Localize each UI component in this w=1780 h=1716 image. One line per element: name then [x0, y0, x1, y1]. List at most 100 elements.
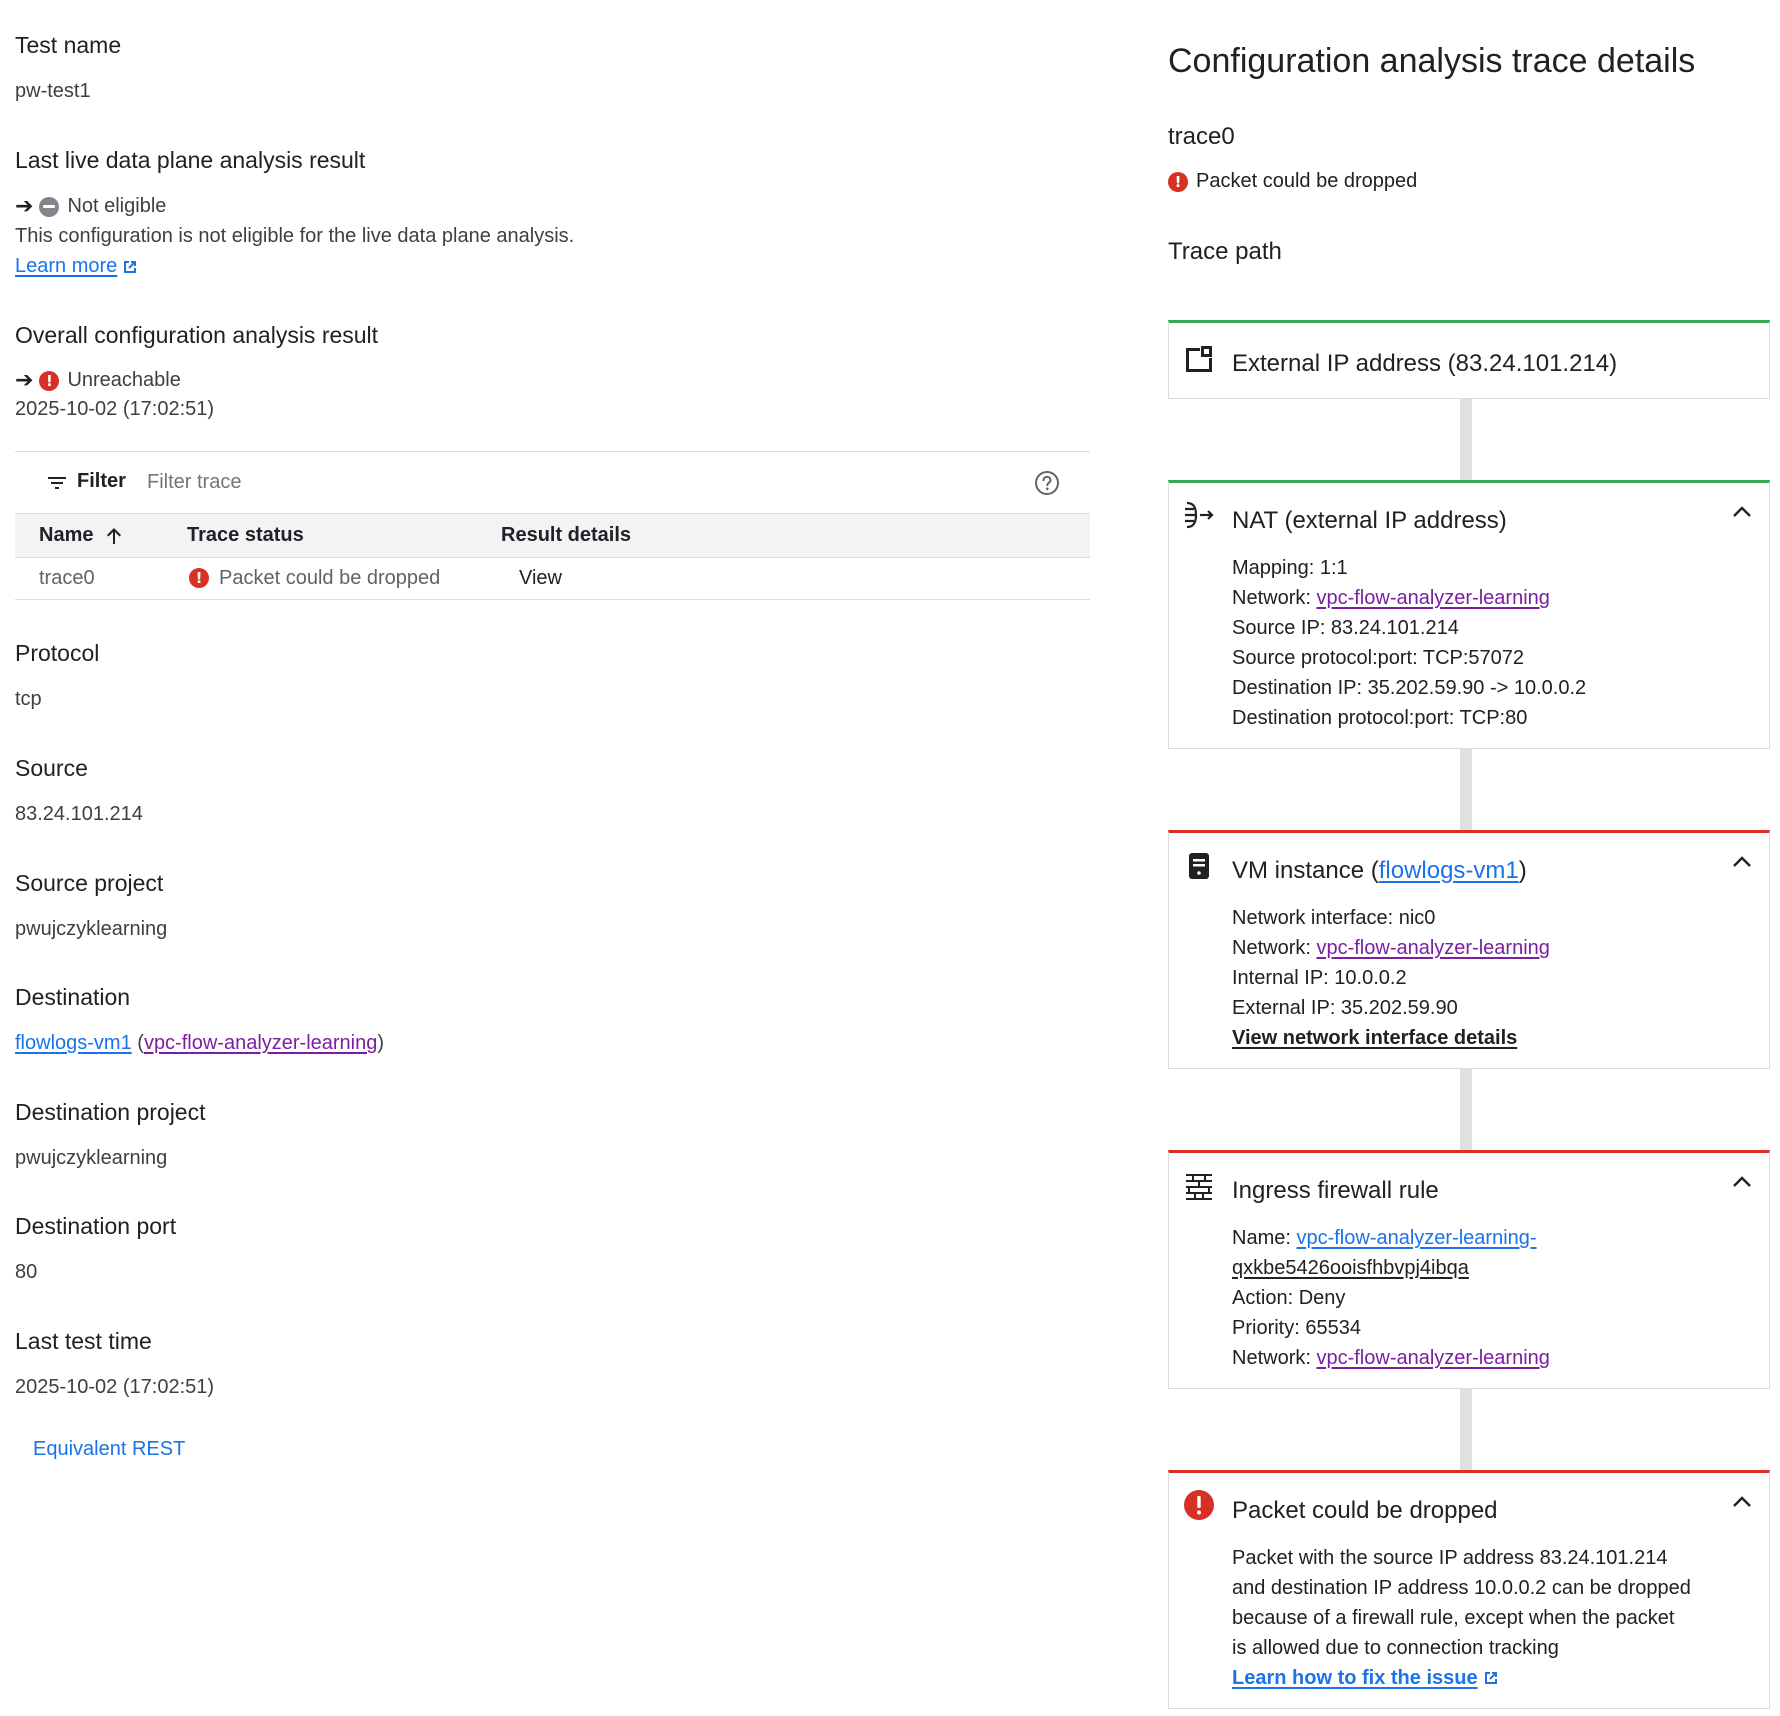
vm-internal-ip: Internal IP: 10.0.0.2 [1232, 967, 1407, 989]
test-name-label: Test name [15, 32, 122, 58]
last-test-time-label: Last test time [15, 1328, 152, 1354]
learn-how-to-fix-text[interactable]: Learn how to fix the issue [1232, 1663, 1478, 1693]
drop-description: is allowed due to connection tracking [1232, 1637, 1559, 1659]
external-link-icon [1484, 1672, 1497, 1684]
vm-network-interface: Network interface: nic0 [1232, 907, 1436, 929]
firewall-rule-link[interactable]: vpc-flow-analyzer-learning- [1296, 1227, 1536, 1249]
destination-network-link[interactable]: vpc-flow-analyzer-learning [144, 1032, 377, 1054]
protocol-value: tcp [15, 688, 42, 710]
nat-destination-protocol-port: Destination protocol:port: TCP:80 [1232, 707, 1528, 729]
not-eligible-icon [39, 196, 60, 217]
destination-project-label: Destination project [15, 1099, 206, 1125]
external-ip-icon [1186, 346, 1212, 372]
destination-port-label: Destination port [15, 1213, 177, 1239]
destination-project-value: pwujczyklearning [15, 1147, 168, 1169]
nat-destination-ip: Destination IP: 35.202.59.90 -> 10.0.0.2 [1232, 677, 1587, 699]
help-icon[interactable] [1034, 470, 1060, 496]
firewall-network: Network: vpc-flow-analyzer-learning [1232, 1343, 1550, 1373]
nat-network: Network: vpc-flow-analyzer-learning [1232, 583, 1550, 613]
learn-more-text[interactable]: Learn more [15, 255, 117, 278]
path-connector [1460, 1388, 1472, 1472]
arrow-right-icon: ➔ [15, 194, 34, 219]
nat-icon [1185, 501, 1214, 529]
firewall-priority: Priority: 65534 [1232, 1317, 1361, 1339]
overall-status-text: Unreachable [67, 369, 181, 391]
row-name: trace0 [39, 566, 95, 589]
view-button[interactable]: View [519, 557, 562, 599]
nat-source-protocol-port: Source protocol:port: TCP:57072 [1232, 647, 1525, 669]
external-ip-title: External IP address (83.24.101.214) [1232, 350, 1618, 377]
filter-icon [48, 477, 66, 489]
vm-instance-icon [1189, 853, 1209, 879]
path-connector [1460, 398, 1472, 480]
column-header-result-details[interactable]: Result details [501, 514, 631, 557]
trace-step-external-ip: External IP address (83.24.101.214) [1168, 320, 1770, 399]
vm-instance-link[interactable]: flowlogs-vm1 [1379, 857, 1519, 884]
learn-more-link[interactable]: Learn more [15, 255, 139, 278]
vm-title-suffix: ) [1518, 857, 1527, 884]
network-label: Network: [1232, 937, 1317, 959]
trace-status: ! Packet could be dropped [1168, 170, 1417, 193]
chevron-up-icon[interactable] [1729, 849, 1755, 875]
filter-input[interactable] [145, 464, 749, 500]
column-header-name[interactable]: Name [39, 514, 125, 557]
overall-result-label: Overall configuration analysis result [15, 322, 379, 348]
trace-status-text: Packet could be dropped [1196, 170, 1418, 192]
last-test-time-value: 2025-10-02 (17:02:51) [15, 1376, 215, 1398]
firewall-network-link[interactable]: vpc-flow-analyzer-learning [1316, 1347, 1549, 1369]
trace-path-label: Trace path [1168, 238, 1282, 265]
trace-step-firewall-rule: Ingress firewall rule Name: vpc-flow-ana… [1168, 1150, 1770, 1389]
chevron-up-icon[interactable] [1729, 499, 1755, 525]
vm-network-link[interactable]: vpc-flow-analyzer-learning [1316, 937, 1549, 959]
vm-title: VM instance (flowlogs-vm1) [1232, 857, 1527, 885]
error-icon [1184, 1490, 1214, 1520]
equivalent-rest-link[interactable]: Equivalent REST [33, 1438, 185, 1461]
firewall-title: Ingress firewall rule [1232, 1177, 1439, 1204]
live-result-label: Last live data plane analysis result [15, 147, 366, 173]
column-header-trace-status[interactable]: Trace status [187, 514, 304, 557]
destination-port-value: 80 [15, 1261, 38, 1283]
path-connector [1460, 1068, 1472, 1152]
source-project-value: pwujczyklearning [15, 918, 168, 940]
column-name-label: Name [39, 524, 94, 546]
source-project-label: Source project [15, 870, 164, 896]
error-icon: ! [189, 568, 209, 588]
drop-title: Packet could be dropped [1232, 1497, 1498, 1524]
nat-source-ip: Source IP: 83.24.101.214 [1232, 617, 1459, 639]
trace-step-packet-dropped: Packet could be dropped Packet with the … [1168, 1470, 1770, 1709]
firewall-action: Action: Deny [1232, 1287, 1346, 1309]
vm-external-ip: External IP: 35.202.59.90 [1232, 997, 1458, 1019]
sort-ascending-icon[interactable] [103, 525, 125, 547]
filter-label[interactable]: Filter [77, 470, 126, 493]
chevron-up-icon[interactable] [1729, 1169, 1755, 1195]
drop-description: Packet with the source IP address 83.24.… [1232, 1547, 1668, 1569]
drop-description: because of a firewall rule, except when … [1232, 1607, 1675, 1629]
error-icon: ! [1168, 171, 1188, 192]
trace-step-vm-instance: VM instance (flowlogs-vm1) Network inter… [1168, 830, 1770, 1069]
nat-mapping: Mapping: 1:1 [1232, 557, 1348, 579]
path-connector [1460, 748, 1472, 832]
firewall-rule-link-continued[interactable]: qxkbe5426ooisfhbvpj4ibqa [1232, 1253, 1469, 1283]
table-header: Name Trace status Result details [15, 513, 1090, 558]
row-status-text: Packet could be dropped [219, 566, 441, 589]
overall-result-status: ➔ ! Unreachable [15, 368, 181, 393]
destination-value: flowlogs-vm1 (vpc-flow-analyzer-learning… [15, 1032, 385, 1054]
view-network-interface-details-link[interactable]: View network interface details [1232, 1023, 1517, 1053]
vm-network: Network: vpc-flow-analyzer-learning [1232, 933, 1550, 963]
firewall-name: Name: vpc-flow-analyzer-learning- [1232, 1223, 1537, 1253]
chevron-up-icon[interactable] [1729, 1489, 1755, 1515]
learn-how-to-fix-link[interactable]: Learn how to fix the issue [1232, 1663, 1500, 1693]
name-label: Name: [1232, 1227, 1297, 1249]
arrow-right-icon: ➔ [15, 368, 34, 393]
live-result-description: This configuration is not eligible for t… [15, 225, 575, 247]
live-result-status-text: Not eligible [67, 195, 167, 217]
table-row: trace0 ! Packet could be dropped View [15, 557, 1090, 600]
network-label: Network: [1232, 1347, 1317, 1369]
drop-description: and destination IP address 10.0.0.2 can … [1232, 1577, 1691, 1599]
trace-step-nat: NAT (external IP address) Mapping: 1:1 N… [1168, 480, 1770, 749]
trace-name: trace0 [1168, 123, 1235, 150]
error-icon: ! [39, 370, 60, 391]
filter-bar: Filter [15, 451, 1090, 514]
destination-vm-link[interactable]: flowlogs-vm1 [15, 1032, 132, 1054]
nat-network-link[interactable]: vpc-flow-analyzer-learning [1316, 587, 1549, 609]
